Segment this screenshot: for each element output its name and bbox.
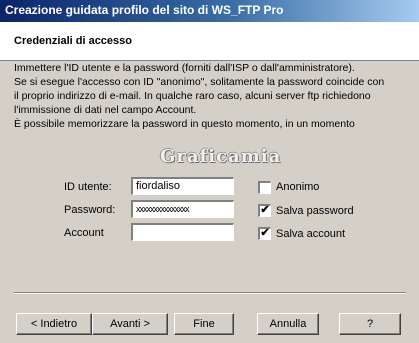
watermark-logo: Graficamia (160, 146, 282, 167)
wizard-window: Creazione guidata profilo del sito di WS… (0, 0, 419, 343)
finish-button[interactable]: Fine (174, 313, 234, 335)
account-field[interactable] (131, 223, 234, 241)
anonymous-checkbox[interactable] (258, 181, 271, 194)
next-button[interactable]: Avanti > (92, 313, 168, 335)
anonymous-label[interactable]: Anonimo (276, 181, 319, 193)
save-account-label[interactable]: Salva account (276, 228, 345, 240)
instructions-line: Se si esegue l'accesso con ID "anonimo",… (14, 76, 385, 88)
user-id-field[interactable]: fiordaliso (131, 177, 234, 195)
instructions-line: È possibile memorizzare la password in q… (14, 118, 355, 130)
wizard-header: Credenziali di accesso (0, 22, 419, 61)
save-password-label[interactable]: Salva password (276, 205, 354, 217)
help-button[interactable]: ? (339, 313, 401, 335)
user-id-label: ID utente: (64, 181, 112, 193)
instructions-line: l'immissione di dati nel campo Account. (14, 104, 197, 116)
save-password-checkbox[interactable]: ✔ (258, 204, 271, 217)
window-title: Creazione guidata profilo del sito di WS… (5, 3, 284, 17)
back-button[interactable]: < Indietro (16, 313, 92, 335)
cancel-button[interactable]: Annulla (257, 313, 319, 335)
save-account-checkbox[interactable]: ✔ (258, 227, 271, 240)
password-field[interactable]: xxxxxxxxxxxxxxx (131, 200, 234, 218)
instructions-line: Immettere l'ID utente e la password (for… (14, 62, 355, 74)
password-label: Password: (64, 204, 116, 216)
instructions-line: il proprio indirizzo di e-mail. In qualc… (14, 90, 371, 102)
instructions-text: Immettere l'ID utente e la password (for… (14, 61, 410, 131)
account-label: Account (64, 227, 104, 239)
page-title: Credenziali di accesso (14, 35, 132, 47)
divider (14, 292, 406, 294)
title-bar[interactable]: Creazione guidata profilo del sito di WS… (0, 0, 419, 22)
